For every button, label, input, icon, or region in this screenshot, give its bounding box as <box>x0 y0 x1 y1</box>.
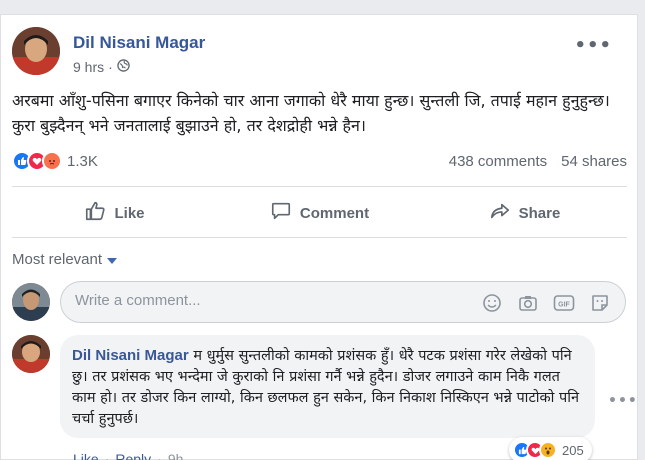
post-author-name[interactable]: Dil Nisani Magar <box>73 33 205 53</box>
comment-options-button[interactable]: ••• <box>608 393 638 409</box>
post-summary: 1.3K 438 comments 54 shares <box>12 149 627 173</box>
smiley-icon[interactable] <box>481 292 503 314</box>
dot-separator: · <box>104 451 110 460</box>
comment-author-name[interactable]: Dil Nisani Magar <box>72 347 189 364</box>
post-header: Dil Nisani Magar 9 hrs · ••• <box>12 27 622 77</box>
share-label: Share <box>518 204 561 222</box>
comment-reaction-count: 205 <box>562 442 584 458</box>
post-text: अरबमा आँशु-पसिना बगाएर किनेको चार आना जग… <box>12 91 610 135</box>
comment-sort-dropdown[interactable]: Most relevant <box>12 251 118 268</box>
comment-icon <box>270 200 292 226</box>
divider <box>12 186 627 187</box>
post-card: Dil Nisani Magar 9 hrs · ••• अरबमा आँशु-… <box>0 14 638 460</box>
like-button[interactable]: Like <box>12 194 217 232</box>
comment-time[interactable]: 9h <box>168 451 184 460</box>
post-options-button[interactable]: ••• <box>574 35 612 56</box>
post-meta: 9 hrs · <box>73 59 130 75</box>
comment-like-link[interactable]: Like <box>73 451 99 460</box>
comment-input[interactable] <box>75 292 455 309</box>
wow-reaction-icon <box>539 441 557 459</box>
gif-icon[interactable]: GIF <box>553 292 575 314</box>
comment-reactions[interactable]: 205 <box>509 437 592 460</box>
svg-text:GIF: GIF <box>558 302 570 309</box>
share-button[interactable]: Share <box>422 194 627 232</box>
sort-label: Most relevant <box>12 251 103 268</box>
chevron-down-icon <box>107 257 118 264</box>
post-time[interactable]: 9 hrs <box>73 59 104 75</box>
author-avatar[interactable] <box>12 27 60 75</box>
comments-shares: 438 comments 54 shares <box>449 153 627 170</box>
comment-reply-link[interactable]: Reply <box>115 451 151 460</box>
dot-separator: · <box>157 451 162 460</box>
globe-icon[interactable] <box>117 59 130 75</box>
dot-separator: · <box>108 59 113 75</box>
like-label: Like <box>114 204 145 222</box>
comment-label: Comment <box>299 204 370 222</box>
sticker-icon[interactable] <box>589 292 611 314</box>
comment-actions: Like · Reply · 9h <box>73 451 183 460</box>
comment-composer: GIF <box>60 281 626 323</box>
commenter-avatar[interactable] <box>12 335 50 373</box>
shares-count[interactable]: 54 shares <box>561 153 627 170</box>
comment-bubble: Dil Nisani Magar म धुर्मुस सुन्तलीको काम… <box>60 335 595 438</box>
comment-button[interactable]: Comment <box>217 194 422 232</box>
divider <box>12 237 627 238</box>
camera-icon[interactable] <box>517 292 539 314</box>
composer-icons: GIF <box>481 292 611 314</box>
reaction-count[interactable]: 1.3K <box>67 153 98 170</box>
share-icon <box>489 200 511 226</box>
reactions-summary[interactable]: 1.3K <box>12 151 98 171</box>
current-user-avatar[interactable] <box>12 283 50 321</box>
thumbs-up-icon <box>84 200 106 226</box>
comments-count[interactable]: 438 comments <box>449 153 547 170</box>
angry-reaction-icon <box>42 151 62 171</box>
post-actions: Like Comment Share <box>12 194 627 232</box>
